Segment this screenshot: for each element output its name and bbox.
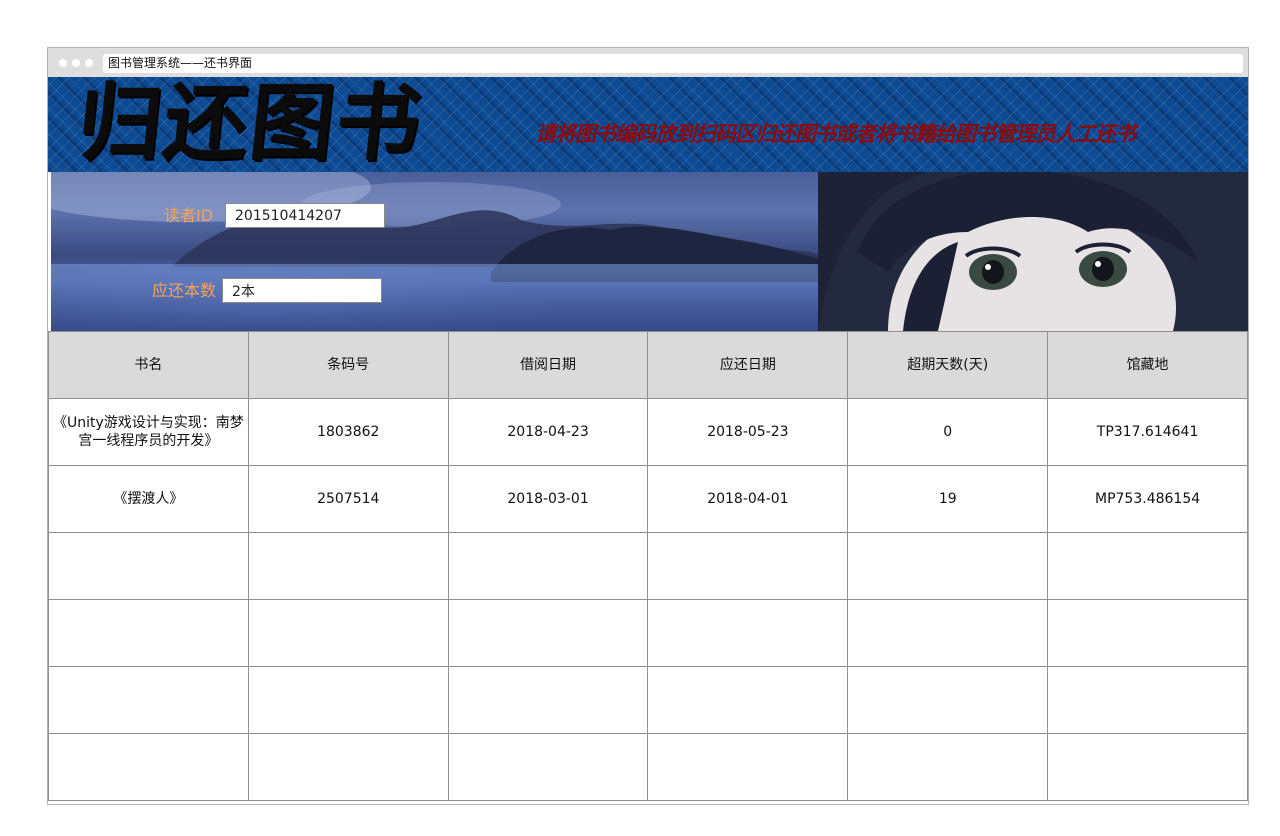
browser-window: 图书管理系统——还书界面 归还图书 请将图书编码放到扫码区归还图书或者将书籍给图…: [47, 47, 1249, 805]
table-row[interactable]: [48, 666, 1248, 734]
reader-id-field[interactable]: [225, 203, 385, 228]
anime-girl-illustration: [818, 172, 1248, 331]
column-header-location[interactable]: 馆藏地: [1047, 331, 1248, 399]
due-count-field[interactable]: [222, 278, 382, 303]
window-dot-icon[interactable]: [85, 59, 93, 67]
overdue-days-cell: [847, 733, 1049, 801]
barcode-cell: 1803862: [247, 398, 449, 466]
borrowed-books-table: 书名 条码号 借阅日期 应还日期 超期天数(天) 馆藏地 《Unity游戏设计与…: [48, 331, 1248, 801]
column-header-due-date[interactable]: 应还日期: [647, 331, 849, 399]
table-row[interactable]: [48, 733, 1248, 801]
background-illustration: 读者ID 应还本数: [51, 172, 1248, 331]
title-bar: 图书管理系统——还书界面: [48, 48, 1248, 77]
location-cell: [1047, 599, 1248, 667]
borrow-date-cell: 2018-04-23: [447, 398, 649, 466]
barcode-cell: [247, 666, 449, 734]
borrow-date-cell: [447, 733, 649, 801]
due-date-cell: [647, 599, 849, 667]
table-row[interactable]: [48, 532, 1248, 600]
header-banner: 归还图书 请将图书编码放到扫码区归还图书或者将书籍给图书管理员人工还书: [48, 77, 1248, 172]
due-date-cell: 2018-05-23: [647, 398, 849, 466]
book-title-cell: [48, 532, 249, 600]
borrow-date-cell: [447, 532, 649, 600]
column-header-overdue-days[interactable]: 超期天数(天): [847, 331, 1049, 399]
book-title-cell: [48, 599, 249, 667]
borrow-date-cell: [447, 599, 649, 667]
barcode-cell: [247, 532, 449, 600]
column-header-borrow-date[interactable]: 借阅日期: [447, 331, 649, 399]
location-cell: [1047, 733, 1248, 801]
table-row[interactable]: [48, 599, 1248, 667]
location-cell: [1047, 532, 1248, 600]
book-title-cell: [48, 733, 249, 801]
window-title: 图书管理系统——还书界面: [103, 54, 1243, 73]
due-date-cell: 2018-04-01: [647, 465, 849, 533]
column-header-title[interactable]: 书名: [48, 331, 249, 399]
table-row[interactable]: 《摆渡人》 2507514 2018-03-01 2018-04-01 19 M…: [48, 465, 1248, 533]
column-header-barcode[interactable]: 条码号: [247, 331, 449, 399]
location-cell: MP753.486154: [1047, 465, 1248, 533]
overdue-days-cell: [847, 532, 1049, 600]
page-title: 归还图书: [72, 77, 428, 172]
barcode-cell: [247, 733, 449, 801]
due-date-cell: [647, 733, 849, 801]
barcode-cell: [247, 599, 449, 667]
location-cell: [1047, 666, 1248, 734]
borrow-date-cell: 2018-03-01: [447, 465, 649, 533]
overdue-days-cell: 0: [847, 398, 1049, 466]
window-dot-icon[interactable]: [72, 59, 80, 67]
due-date-cell: [647, 532, 849, 600]
due-count-label: 应还本数: [152, 281, 217, 300]
book-title-cell: 《摆渡人》: [48, 465, 249, 533]
due-date-cell: [647, 666, 849, 734]
reader-id-label: 读者ID: [164, 206, 214, 225]
barcode-cell: 2507514: [247, 465, 449, 533]
table-header-row: 书名 条码号 借阅日期 应还日期 超期天数(天) 馆藏地: [48, 331, 1248, 399]
book-title-cell: 《Unity游戏设计与实现：南梦宫一线程序员的开发》: [48, 398, 249, 466]
book-title-cell: [48, 666, 249, 734]
window-dot-icon[interactable]: [59, 59, 67, 67]
instruction-text: 请将图书编码放到扫码区归还图书或者将书籍给图书管理员人工还书: [535, 122, 1136, 146]
location-cell: TP317.614641: [1047, 398, 1248, 466]
overdue-days-cell: 19: [847, 465, 1049, 533]
overdue-days-cell: [847, 666, 1049, 734]
table-row[interactable]: 《Unity游戏设计与实现：南梦宫一线程序员的开发》 1803862 2018-…: [48, 398, 1248, 466]
borrow-date-cell: [447, 666, 649, 734]
overdue-days-cell: [847, 599, 1049, 667]
